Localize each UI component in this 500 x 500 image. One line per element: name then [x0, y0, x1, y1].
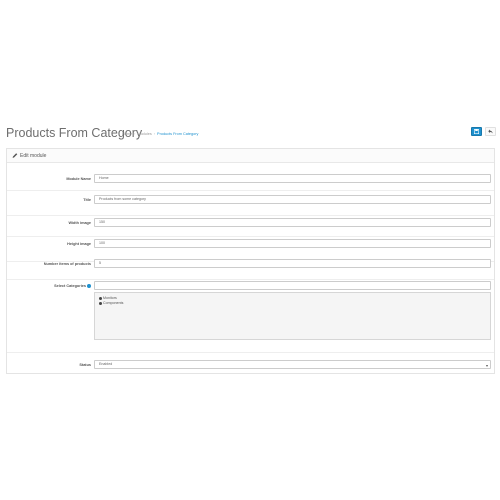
form-row-number-items: Number items of products 5 [7, 259, 494, 280]
categories-label: Select Categories [54, 284, 91, 288]
form-row-status: Status Enabled ▾ [7, 353, 494, 373]
number-items-label: Number items of products [43, 262, 91, 266]
save-icon [474, 129, 479, 134]
module-name-label: Module Name [66, 177, 91, 181]
categories-label-text: Select Categories [54, 284, 86, 288]
category-item-label: Components [103, 301, 124, 305]
status-selected-value: Enabled [99, 362, 113, 366]
status-select[interactable]: Enabled ▾ [94, 360, 491, 369]
form-row-title: Title Products from some category [7, 191, 494, 216]
breadcrumb-modules[interactable]: Modules [137, 132, 151, 136]
categories-well: Monitors Components [94, 292, 491, 340]
status-label: Status [79, 363, 91, 367]
breadcrumb-home[interactable]: Home [122, 132, 132, 136]
form-row-categories: Select Categories Monitors Components [7, 280, 494, 353]
help-icon[interactable] [87, 284, 91, 288]
number-items-input[interactable]: 5 [94, 259, 491, 268]
pencil-icon [12, 153, 18, 158]
minus-circle-icon[interactable] [99, 301, 102, 305]
panel-heading: Edit module [7, 149, 494, 163]
form-row-width-image: Width image 150 [7, 216, 494, 237]
title-input[interactable]: Products from some category [94, 195, 491, 204]
edit-module-panel: Edit module Module Name Home Title Produ… [6, 148, 495, 374]
save-button[interactable] [471, 127, 482, 136]
width-image-label: Width image [68, 221, 91, 225]
module-name-input[interactable]: Home [94, 174, 491, 183]
breadcrumb: Home › Modules › Products From Category [122, 132, 199, 136]
height-image-label: Height image [67, 242, 91, 246]
panel-title: Edit module [20, 153, 47, 159]
category-item: Components [99, 301, 123, 305]
category-item-label: Monitors [103, 296, 117, 300]
title-label: Title [83, 198, 91, 202]
categories-autocomplete-input[interactable] [94, 281, 491, 290]
breadcrumb-current[interactable]: Products From Category [157, 132, 198, 136]
form-row-module-name: Module Name Home [7, 166, 494, 191]
category-item: Monitors [99, 296, 117, 300]
page-header: Products From Category Home › Modules › Prod… [6, 126, 496, 144]
chevron-down-icon: ▾ [485, 363, 488, 368]
minus-circle-icon[interactable] [99, 296, 102, 300]
height-image-input[interactable]: 100 [94, 239, 491, 248]
back-button[interactable] [485, 127, 496, 136]
reply-icon [488, 129, 493, 134]
width-image-input[interactable]: 150 [94, 218, 491, 227]
